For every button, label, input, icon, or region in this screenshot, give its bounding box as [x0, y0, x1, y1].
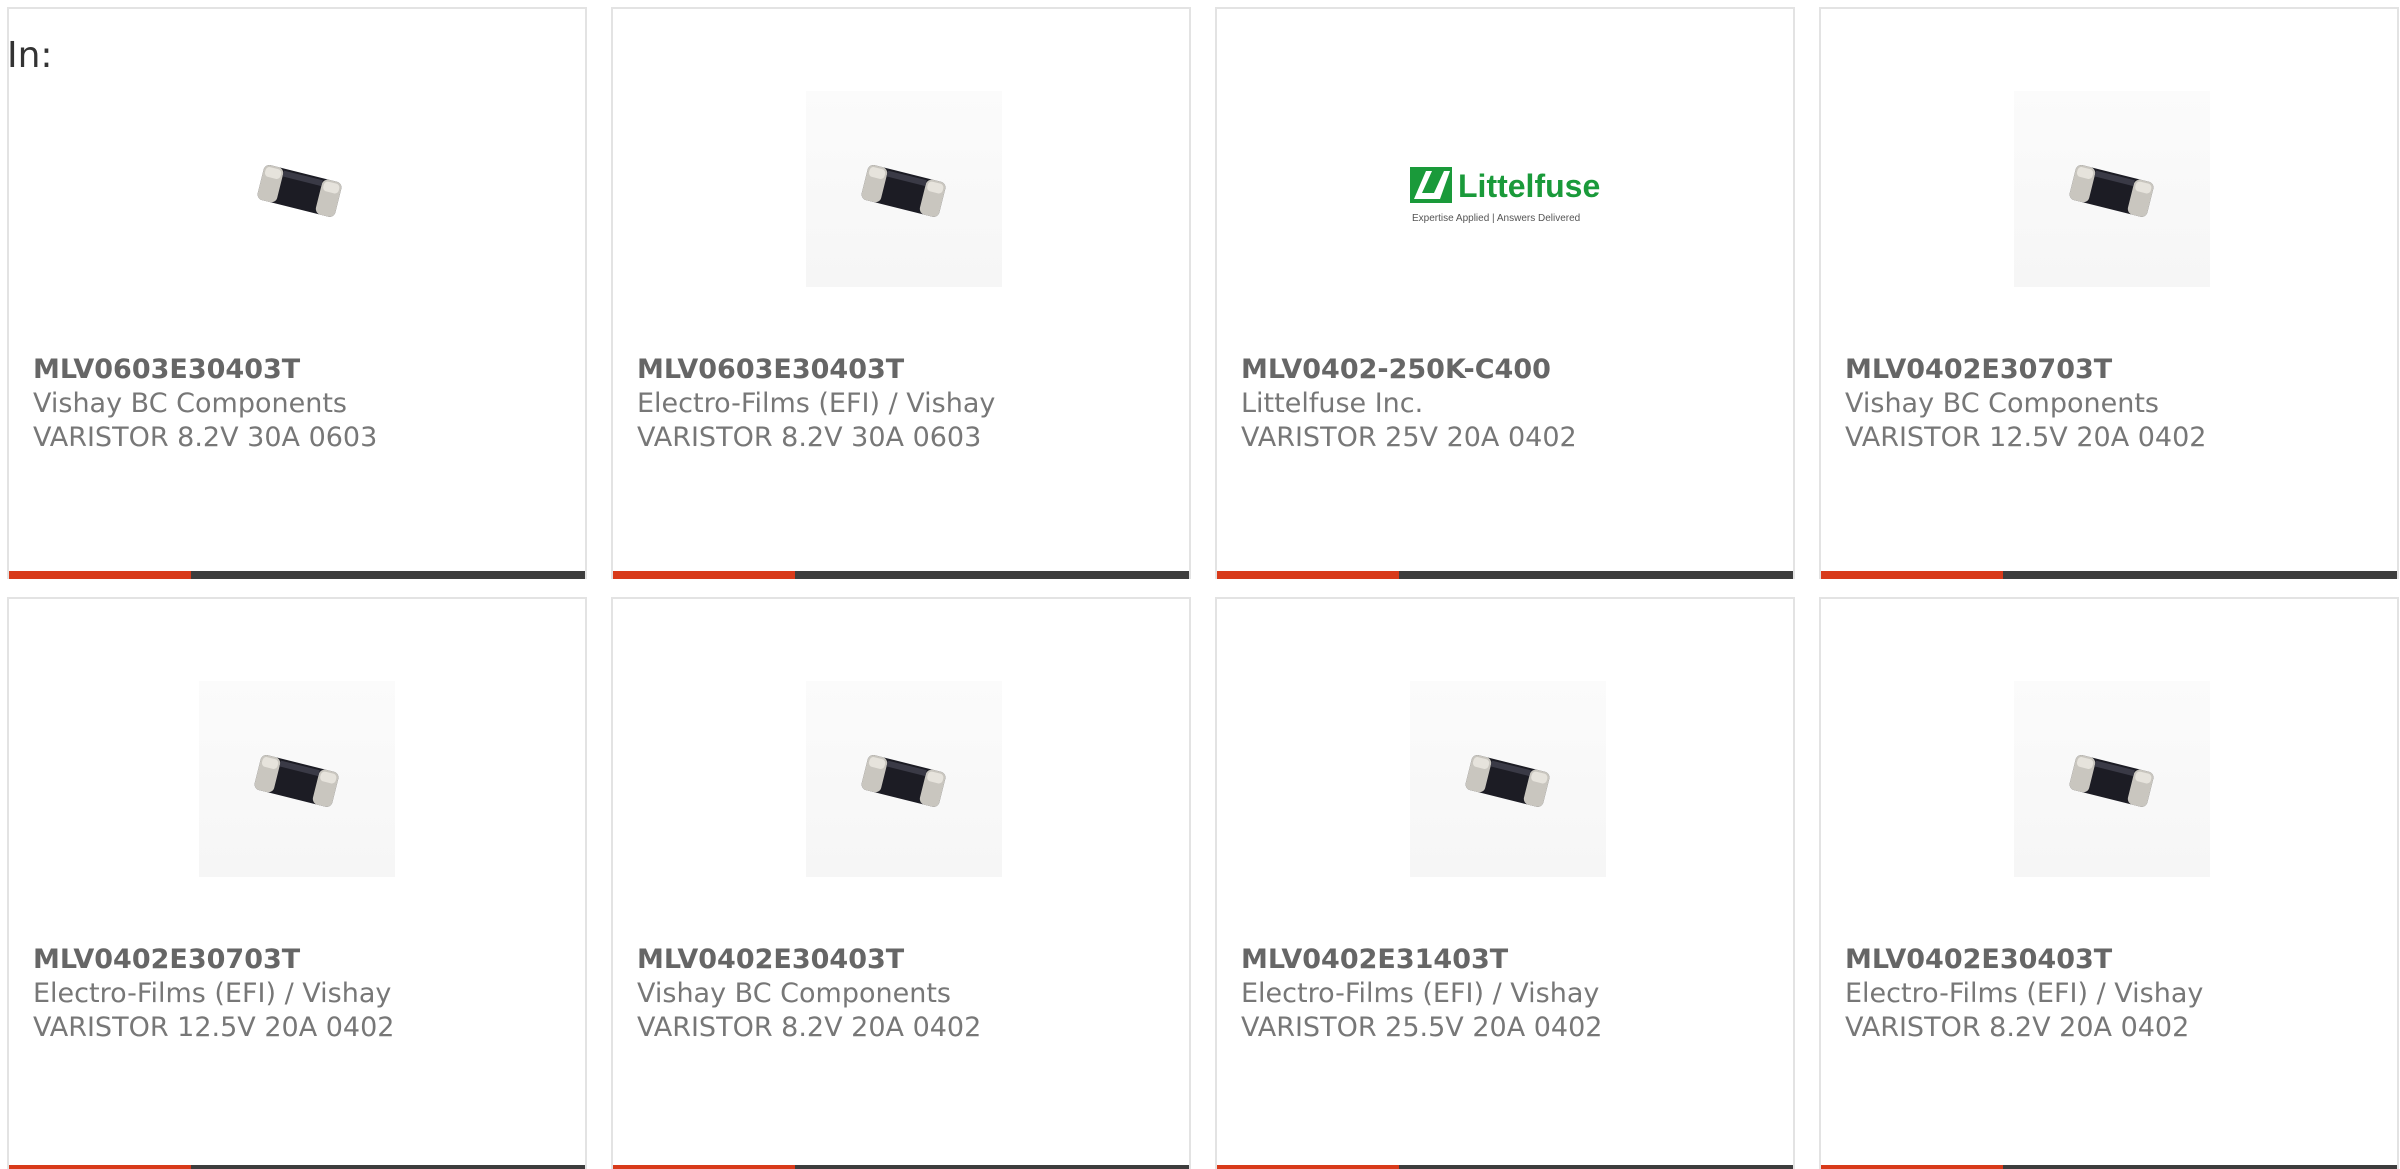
card-bar	[9, 1165, 585, 1169]
product-info: MLV0603E30403T Electro-Films (EFI) / Vis…	[637, 353, 1169, 455]
card-bar	[613, 1165, 1189, 1169]
logo-tagline: Expertise Applied | Answers Delivered	[1412, 213, 1580, 224]
part-number-link[interactable]: MLV0402-250K-C400	[1241, 353, 1773, 387]
product-card[interactable]: MLV0402E31403T Electro-Films (EFI) / Vis…	[1215, 597, 1795, 1169]
logo-wordmark: Littelfuse	[1458, 168, 1600, 204]
card-bar-accent	[1821, 1165, 2003, 1169]
product-card[interactable]: MLV0402E30403T Electro-Films (EFI) / Vis…	[1819, 597, 2399, 1169]
product-card[interactable]: Littelfuse Expertise Applied | Answers D…	[1215, 7, 1795, 579]
product-image[interactable]	[2014, 91, 2210, 287]
part-number-link[interactable]: MLV0402E31403T	[1241, 943, 1773, 977]
description: VARISTOR 12.5V 20A 0402	[33, 1012, 395, 1043]
manufacturer: Electro-Films (EFI) / Vishay	[1845, 978, 2204, 1009]
product-card[interactable]: MLV0402E30403T Vishay BC Components VARI…	[611, 597, 1191, 1169]
card-bar-accent	[1821, 571, 2003, 579]
manufacturer: Electro-Films (EFI) / Vishay	[637, 388, 996, 419]
product-info: MLV0402E30403T Vishay BC Components VARI…	[637, 943, 1169, 1045]
varistor-chip-icon	[1462, 749, 1554, 809]
card-bar	[1217, 571, 1793, 579]
product-card[interactable]: MLV0402E30703T Electro-Films (EFI) / Vis…	[7, 597, 587, 1169]
description: VARISTOR 8.2V 20A 0402	[637, 1012, 982, 1043]
manufacturer: Electro-Films (EFI) / Vishay	[33, 978, 392, 1009]
manufacturer: Littelfuse Inc.	[1241, 388, 1424, 419]
description: VARISTOR 25.5V 20A 0402	[1241, 1012, 1603, 1043]
varistor-chip-icon	[254, 159, 346, 219]
varistor-chip-icon	[858, 159, 950, 219]
part-number-link[interactable]: MLV0402E30703T	[33, 943, 565, 977]
product-image[interactable]	[199, 681, 395, 877]
manufacturer: Vishay BC Components	[1845, 388, 2159, 419]
description: VARISTOR 25V 20A 0402	[1241, 422, 1577, 453]
card-bar-accent	[613, 571, 795, 579]
card-bar-accent	[613, 1165, 795, 1169]
product-image[interactable]	[806, 681, 1002, 877]
part-number-link[interactable]: MLV0603E30403T	[637, 353, 1169, 387]
product-card[interactable]: MLV0603E30403T Electro-Films (EFI) / Vis…	[611, 7, 1191, 579]
description: VARISTOR 12.5V 20A 0402	[1845, 422, 2207, 453]
product-info: MLV0402E31403T Electro-Films (EFI) / Vis…	[1241, 943, 1773, 1045]
part-number-link[interactable]: MLV0402E30703T	[1845, 353, 2377, 387]
product-info: MLV0603E30403T Vishay BC Components VARI…	[33, 353, 565, 455]
product-image[interactable]	[806, 91, 1002, 287]
product-grid: MLV0603E30403T Vishay BC Components VARI…	[7, 7, 2400, 1169]
description: VARISTOR 8.2V 20A 0402	[1845, 1012, 2190, 1043]
varistor-chip-icon	[2066, 749, 2158, 809]
varistor-chip-icon	[858, 749, 950, 809]
product-info: MLV0402E30703T Electro-Films (EFI) / Vis…	[33, 943, 565, 1045]
product-image[interactable]	[1410, 681, 1606, 877]
product-image[interactable]: Littelfuse Expertise Applied | Answers D…	[1397, 91, 1619, 287]
description: VARISTOR 8.2V 30A 0603	[33, 422, 378, 453]
manufacturer: Vishay BC Components	[33, 388, 347, 419]
product-info: MLV0402-250K-C400 Littelfuse Inc. VARIST…	[1241, 353, 1773, 455]
in-label: In:	[7, 35, 53, 76]
part-number-link[interactable]: MLV0402E30403T	[637, 943, 1169, 977]
product-info: MLV0402E30403T Electro-Films (EFI) / Vis…	[1845, 943, 2377, 1045]
description: VARISTOR 8.2V 30A 0603	[637, 422, 982, 453]
card-bar-accent	[1217, 1165, 1399, 1169]
card-bar	[613, 571, 1189, 579]
varistor-chip-icon	[251, 749, 343, 809]
card-bar-accent	[9, 571, 191, 579]
manufacturer: Vishay BC Components	[637, 978, 951, 1009]
card-bar	[1217, 1165, 1793, 1169]
varistor-chip-icon	[2066, 159, 2158, 219]
product-image[interactable]	[2014, 681, 2210, 877]
part-number-link[interactable]: MLV0603E30403T	[33, 353, 565, 387]
manufacturer: Electro-Films (EFI) / Vishay	[1241, 978, 1600, 1009]
card-bar	[1821, 571, 2397, 579]
product-info: MLV0402E30703T Vishay BC Components VARI…	[1845, 353, 2377, 455]
product-card[interactable]: MLV0402E30703T Vishay BC Components VARI…	[1819, 7, 2399, 579]
product-card[interactable]: MLV0603E30403T Vishay BC Components VARI…	[7, 7, 587, 579]
product-image[interactable]	[202, 91, 398, 287]
card-bar	[9, 571, 585, 579]
littelfuse-logo: Littelfuse Expertise Applied | Answers D…	[1398, 149, 1618, 229]
part-number-link[interactable]: MLV0402E30403T	[1845, 943, 2377, 977]
card-bar-accent	[1217, 571, 1399, 579]
card-bar	[1821, 1165, 2397, 1169]
card-bar-accent	[9, 1165, 191, 1169]
